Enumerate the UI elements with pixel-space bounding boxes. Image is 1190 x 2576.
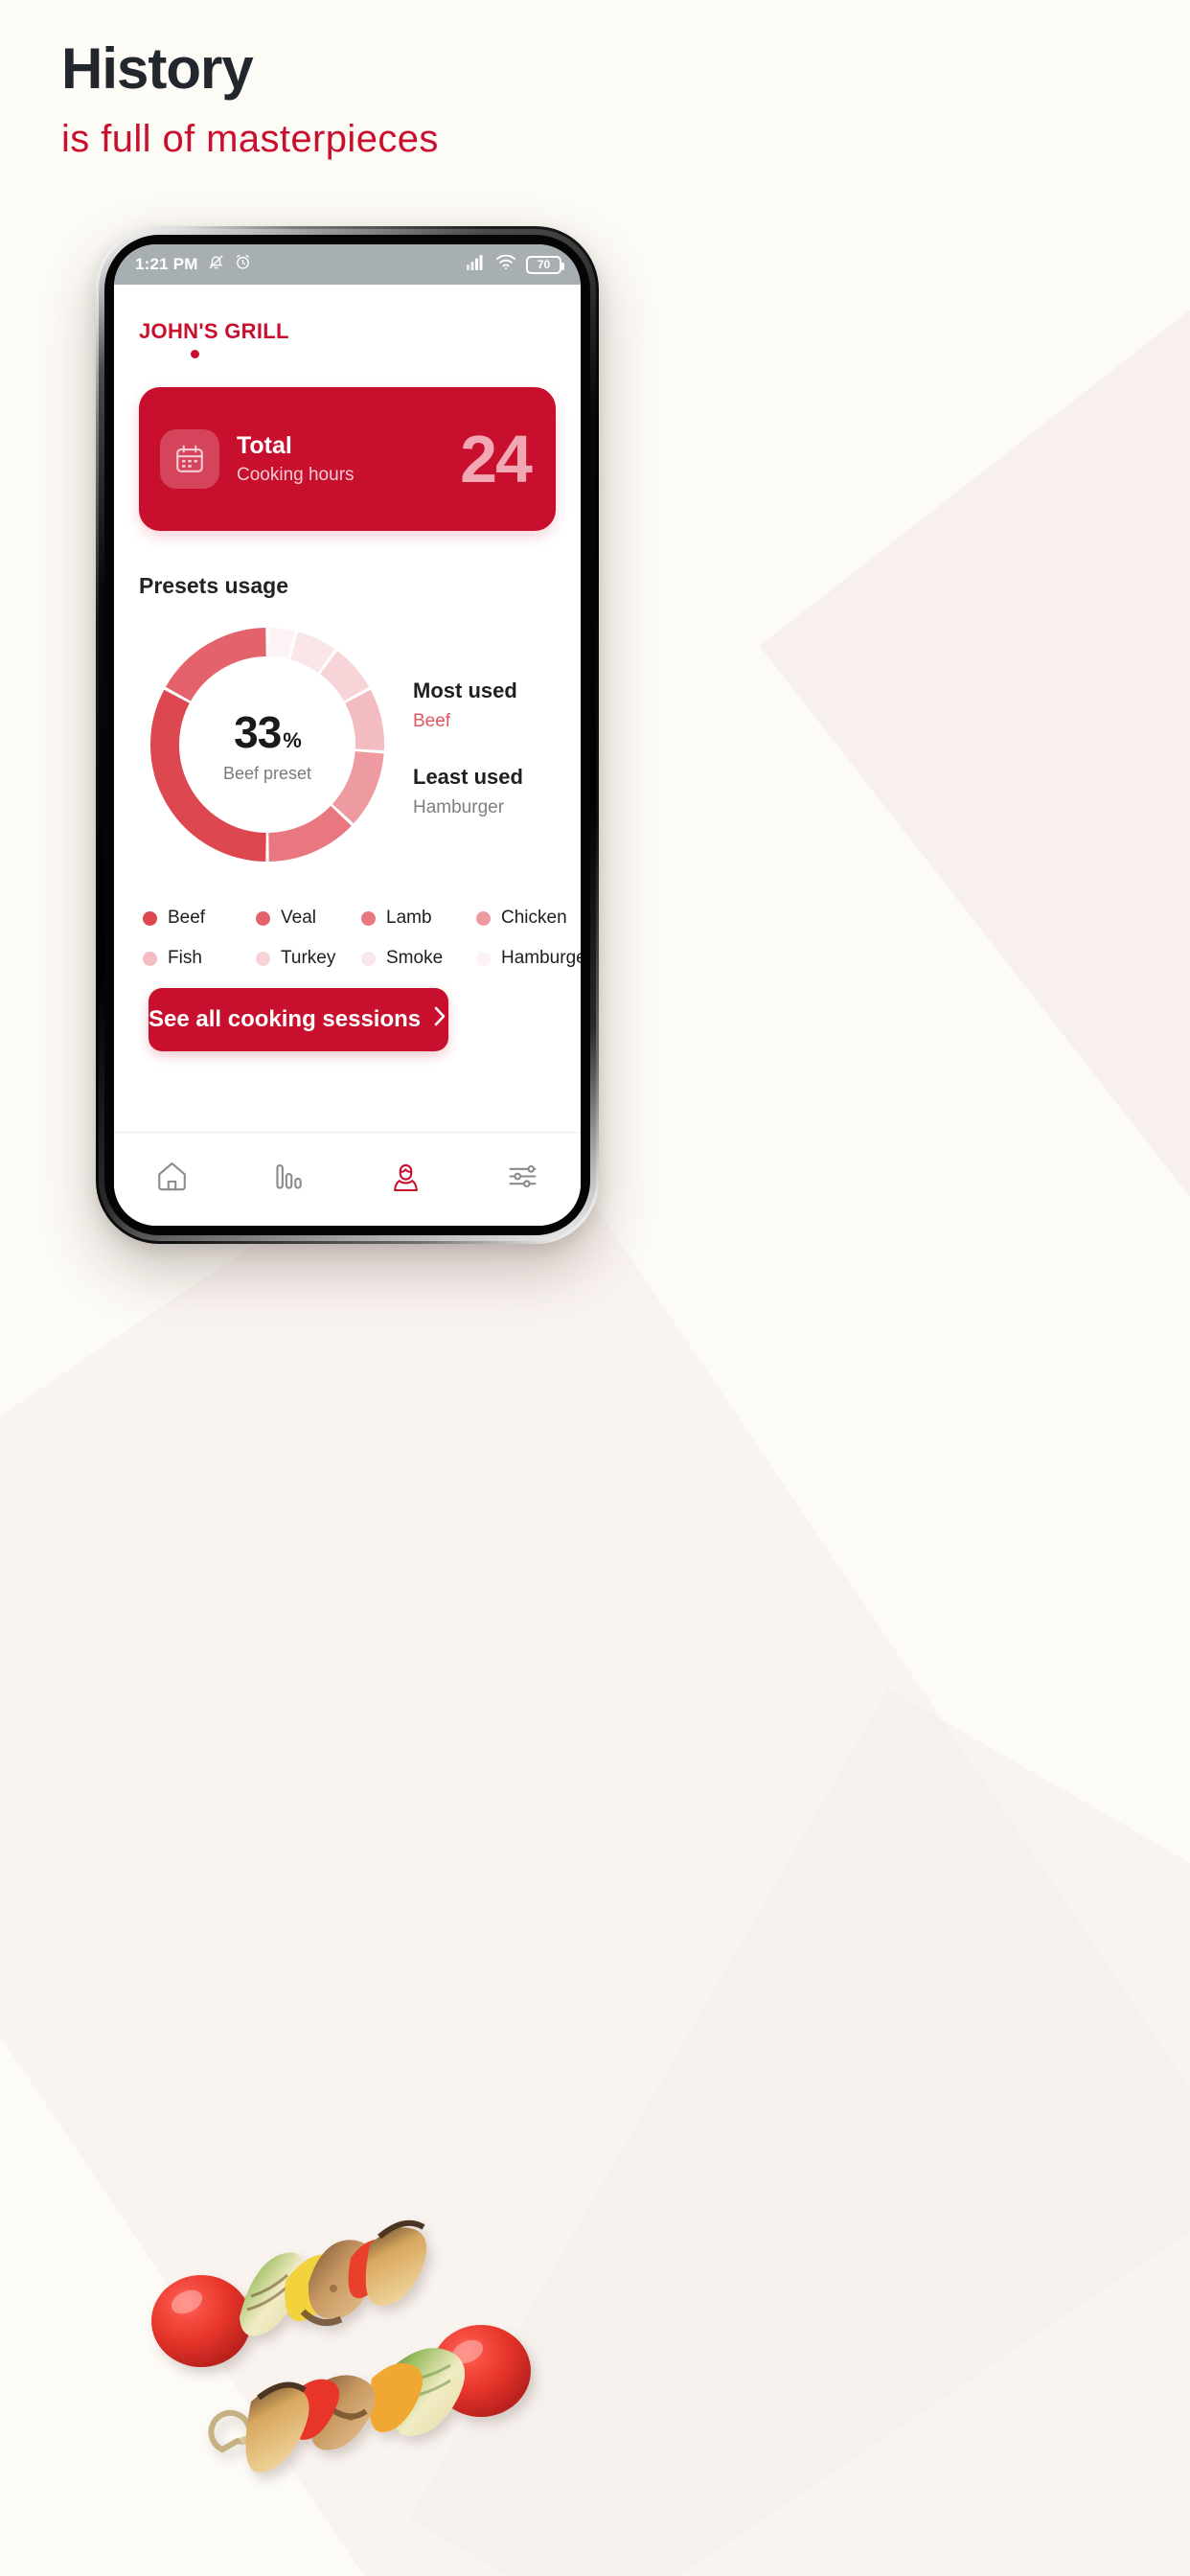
chef-profile-icon[interactable]: [370, 1147, 441, 1207]
phone-mockup: 1:21 PM 70 JOHN'S GRILL Total Cooking ho…: [96, 226, 599, 1244]
hero-subtitle: is full of masterpieces: [61, 118, 439, 160]
presets-donut-chart[interactable]: 33 % Beef preset: [143, 620, 392, 869]
total-cooking-hours-card[interactable]: Total Cooking hours 24: [139, 387, 556, 531]
grilled-vegetable-skewers-image: [144, 2175, 546, 2492]
legend-item-hamburger[interactable]: Hamburger: [476, 948, 581, 969]
alarm-clock-icon: [234, 253, 252, 276]
cta-label: See all cooking sessions: [149, 1006, 422, 1032]
donut-slice-hamburger: [267, 628, 295, 659]
legend-label: Chicken: [501, 908, 567, 928]
settings-sliders-icon[interactable]: [487, 1147, 558, 1207]
legend-color-dot: [361, 910, 376, 926]
legend-label: Smoke: [386, 948, 444, 968]
legend-label: Turkey: [281, 948, 336, 968]
legend-color-dot: [361, 951, 376, 966]
donut-slice-turkey: [319, 651, 370, 702]
presets-legend: Beef Veal Lamb Chicken Fish Turkey Smoke Hambur…: [139, 908, 581, 969]
bell-muted-icon: [207, 253, 225, 276]
legend-item-chicken[interactable]: Chicken: [476, 908, 567, 929]
battery-indicator: 70: [526, 255, 564, 274]
skewer-upper: [151, 2220, 427, 2367]
status-bar-left: 1:21 PM: [135, 253, 252, 276]
status-bar: 1:21 PM 70: [114, 244, 581, 285]
app-content: JOHN'S GRILL Total Cooking hours 24 Pres…: [114, 285, 581, 1226]
legend-label: Fish: [168, 948, 202, 968]
status-time: 1:21 PM: [135, 255, 198, 273]
chevron-right-icon: [432, 1004, 448, 1035]
legend-label: Hamburger: [501, 948, 581, 968]
skewer-lower: [208, 2325, 531, 2472]
bottom-navigation-bar: [114, 1132, 581, 1226]
legend-item-smoke[interactable]: Smoke: [361, 948, 476, 969]
total-card-text: Total Cooking hours: [237, 432, 460, 486]
legend-color-dot: [143, 910, 157, 926]
most-used-value: Beef: [413, 711, 451, 731]
donut-slice-chicken: [332, 750, 384, 824]
legend-color-dot: [256, 910, 270, 926]
legend-color-dot: [476, 910, 491, 926]
home-icon[interactable]: [137, 1147, 208, 1207]
total-card-subtitle: Cooking hours: [237, 465, 355, 485]
usage-spacer: [413, 732, 523, 765]
legend-item-lamb[interactable]: Lamb: [361, 908, 476, 929]
brand-dot: [191, 350, 199, 358]
usage-summary-panel: Most used Beef Least used Hamburger: [413, 671, 523, 818]
donut-slice-beef: [150, 689, 267, 862]
battery-level: 70: [537, 258, 551, 271]
donut-slice-smoke: [289, 632, 335, 674]
hero-title: History: [61, 36, 254, 101]
legend-item-fish[interactable]: Fish: [143, 948, 256, 969]
see-all-cooking-sessions-button[interactable]: See all cooking sessions: [149, 988, 449, 1051]
background-shape-top-right: [759, 115, 1190, 1704]
legend-color-dot: [476, 951, 491, 966]
donut-slice-fish: [344, 689, 384, 750]
app-brand-header: JOHN'S GRILL: [139, 285, 556, 364]
legend-label: Beef: [168, 908, 206, 928]
calendar-icon: [160, 429, 219, 489]
legend-row: Fish Turkey Smoke Hamburger: [143, 948, 581, 969]
presets-chart-row: 33 % Beef preset Most used Beef Least us…: [139, 620, 556, 869]
legend-label: Lamb: [386, 908, 432, 928]
legend-color-dot: [256, 951, 270, 966]
legend-row: Beef Veal Lamb Chicken: [143, 908, 567, 929]
hero-headline: History is full of masterpieces: [61, 38, 439, 161]
legend-color-dot: [143, 951, 157, 966]
cellular-signal-icon: [467, 254, 486, 275]
phone-screen: 1:21 PM 70 JOHN'S GRILL Total Cooking ho…: [114, 244, 581, 1226]
least-used-label: Least used: [413, 765, 523, 789]
app-scroll-area[interactable]: JOHN'S GRILL Total Cooking hours 24 Pres…: [114, 285, 581, 1132]
most-used-label: Most used: [413, 678, 517, 702]
bar-chart-icon[interactable]: [254, 1147, 325, 1207]
legend-label: Veal: [281, 908, 316, 928]
donut-slice-lamb: [267, 805, 352, 862]
legend-item-beef[interactable]: Beef: [143, 908, 256, 929]
total-card-value: 24: [460, 422, 533, 496]
total-card-title: Total: [237, 432, 292, 459]
legend-item-turkey[interactable]: Turkey: [256, 948, 361, 969]
status-bar-right: 70: [467, 254, 564, 275]
least-used-value: Hamburger: [413, 797, 505, 817]
wifi-icon: [495, 254, 516, 275]
presets-section-title: Presets usage: [139, 573, 288, 598]
brand-name: JOHN'S GRILL: [139, 319, 289, 343]
donut-slice-veal: [165, 628, 267, 702]
donut-svg: [150, 628, 384, 862]
legend-item-veal[interactable]: Veal: [256, 908, 361, 929]
